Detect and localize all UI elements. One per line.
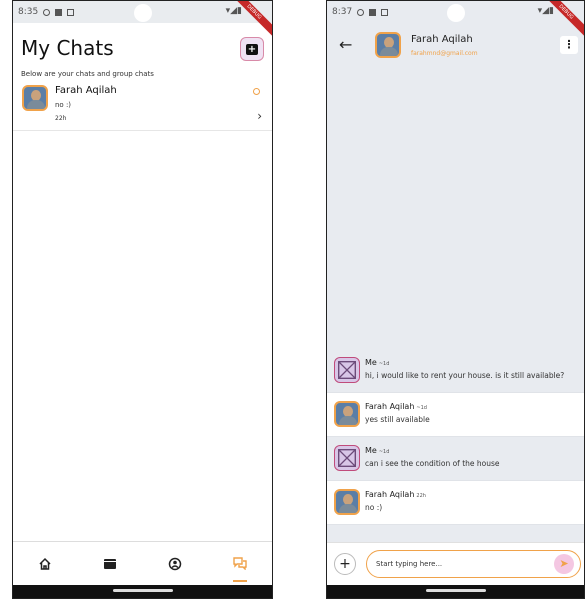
- status-bar: 8:35 ▾◢▮ DEBUG: [13, 1, 272, 44]
- sim-icon: [369, 8, 377, 16]
- avatar: [22, 85, 48, 111]
- page-subtitle: Below are your chats and group chats: [21, 70, 154, 78]
- conversation-screen: 8:37 ▾◢▮ DEBUG ← Farah Aqilah farahmnd@g…: [326, 0, 585, 599]
- chat-list-item[interactable]: Farah Aqilah no :) 22h ›: [13, 81, 272, 131]
- message-sender: Farah Aqilah 22h: [365, 490, 426, 499]
- contact-email: farahmnd@gmail.com: [411, 50, 478, 57]
- new-chat-button[interactable]: +: [240, 37, 264, 61]
- notification-icon: [43, 8, 51, 16]
- chats-header: My Chats +: [13, 23, 272, 67]
- avatar: [334, 401, 360, 427]
- message-sender: Me ~1d: [365, 358, 390, 367]
- contact-name: Farah Aqilah: [411, 34, 473, 45]
- message-list: Me ~1d hi, i would like to rent your hous…: [327, 349, 584, 525]
- more-options-icon[interactable]: ⋮: [560, 36, 578, 54]
- broken-image-avatar-icon: [334, 445, 360, 471]
- message-sender: Me ~1d: [365, 446, 390, 455]
- chats-screen: 8:35 ▾◢▮ DEBUG My Chats + Below are your…: [12, 0, 273, 599]
- sim-icon: [55, 8, 63, 16]
- conversation-header: ← Farah Aqilah farahmnd@gmail.com ⋮: [327, 23, 584, 58]
- message-row: Me ~1d can i see the condition of the hou…: [327, 437, 584, 481]
- message-ago: ~1d: [416, 405, 427, 411]
- listings-icon[interactable]: [100, 554, 120, 574]
- message-text: yes still available: [365, 415, 430, 424]
- message-composer: + ➤: [327, 542, 584, 585]
- chat-time: 22h: [55, 115, 67, 122]
- chevron-right-icon: ›: [257, 109, 262, 123]
- add-attachment-button[interactable]: +: [334, 553, 356, 575]
- notification-icon: [67, 8, 75, 16]
- avatar: [334, 489, 360, 515]
- chat-last-message: no :): [55, 101, 72, 109]
- gesture-bar: [327, 585, 584, 598]
- message-row: Farah Aqilah ~1d yes still available: [327, 393, 584, 437]
- broken-image-avatar-icon: [334, 357, 360, 383]
- page-title: My Chats: [21, 36, 114, 60]
- message-text: no :): [365, 503, 383, 512]
- message-row: Me ~1d hi, i would like to rent your hous…: [327, 349, 584, 393]
- status-time: 8:37: [332, 7, 353, 17]
- message-text: can i see the condition of the house: [365, 459, 500, 468]
- message-row: Farah Aqilah 22h no :): [327, 481, 584, 525]
- message-sender: Farah Aqilah ~1d: [365, 402, 427, 411]
- profile-icon[interactable]: [165, 554, 185, 574]
- chat-name: Farah Aqilah: [55, 85, 117, 96]
- notification-icon: [357, 8, 365, 16]
- message-ago: 22h: [416, 493, 426, 499]
- unread-indicator: [253, 88, 260, 95]
- notification-icon: [381, 8, 389, 16]
- message-text: hi, i would like to rent your house. is …: [365, 371, 565, 380]
- message-ago: ~1d: [378, 361, 390, 367]
- bottom-nav: [13, 541, 272, 585]
- send-icon[interactable]: ➤: [554, 554, 574, 574]
- status-bar: 8:37 ▾◢▮ DEBUG: [327, 1, 584, 44]
- camera-notch: [446, 4, 465, 22]
- status-time: 8:35: [18, 7, 39, 17]
- message-input[interactable]: [366, 550, 581, 578]
- camera-notch: [133, 4, 152, 22]
- battery-icon: ▾◢▮: [537, 6, 554, 16]
- message-ago: ~1d: [378, 449, 390, 455]
- gesture-bar: [13, 585, 272, 598]
- home-icon[interactable]: [35, 554, 55, 574]
- add-chat-icon: +: [246, 43, 258, 55]
- avatar: [375, 32, 401, 58]
- chat-icon[interactable]: [230, 554, 250, 582]
- battery-icon: ▾◢▮: [225, 6, 242, 16]
- back-arrow-icon[interactable]: ←: [339, 35, 352, 54]
